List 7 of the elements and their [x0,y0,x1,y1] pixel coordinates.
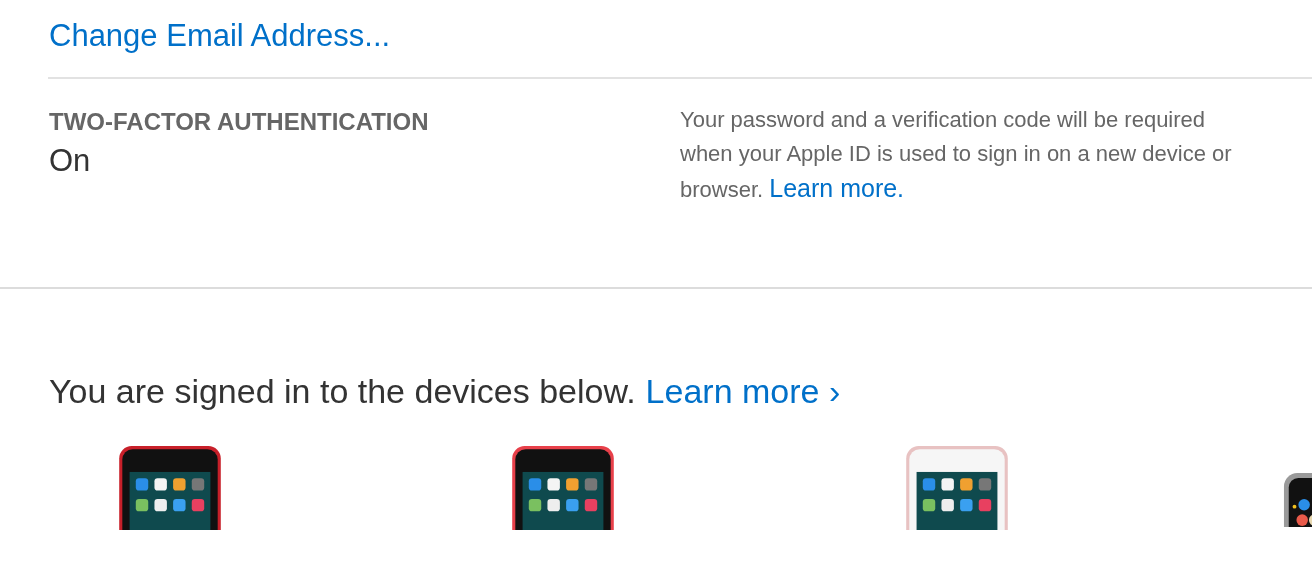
change-email-link[interactable]: Change Email Address... [49,18,391,53]
learn-more-link[interactable]: Learn more › [645,369,841,413]
description-text: Your password and a verification code will be required when your Apple ID is used to sign in on a new device or browser. Learn more. [680,106,1233,204]
status-text: On [49,142,92,180]
section-heading: TWO-FACTOR AUTHENTICATION [49,107,430,137]
intro-text: You are signed in to the devices below. [49,371,636,412]
learn-more-link[interactable]: Learn more. [769,174,905,202]
